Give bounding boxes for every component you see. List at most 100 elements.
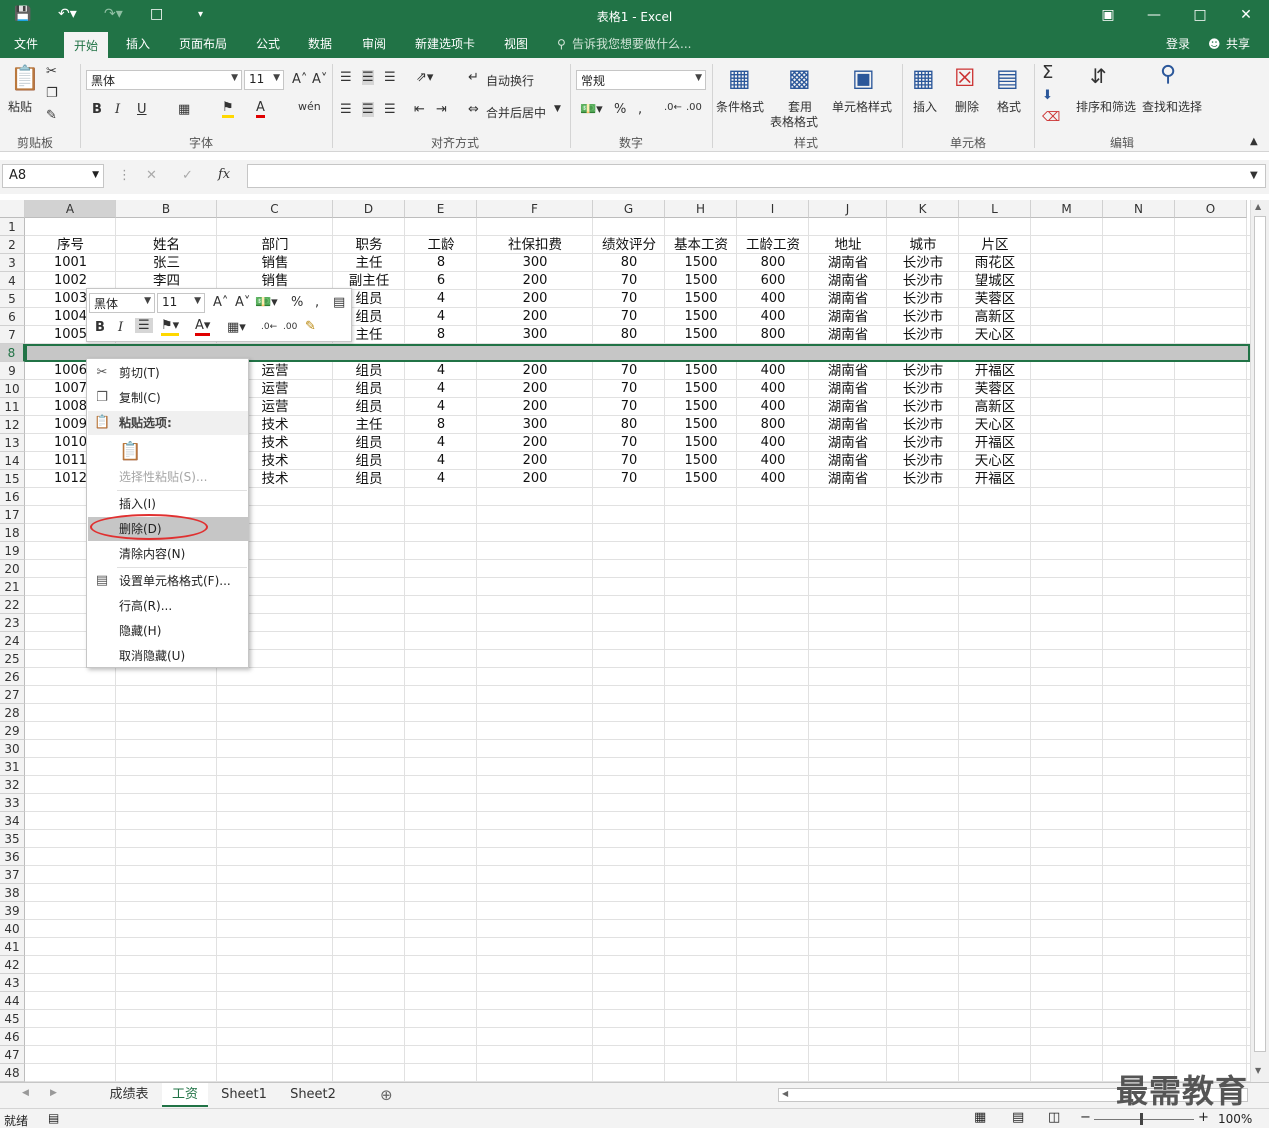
- border-icon[interactable]: ▦▾: [227, 320, 246, 335]
- cell[interactable]: 地址: [809, 236, 887, 254]
- currency-icon[interactable]: 💵▾: [255, 295, 278, 310]
- column-header-a[interactable]: A: [25, 200, 116, 218]
- menu-paste-special[interactable]: 选择性粘贴(S)...: [88, 465, 248, 489]
- cell[interactable]: 姓名: [116, 236, 217, 254]
- column-header-o[interactable]: O: [1175, 200, 1247, 218]
- row-header[interactable]: 13: [0, 434, 25, 452]
- menu-copy[interactable]: ❐ 复制(C): [88, 386, 248, 410]
- minimize-icon[interactable]: —: [1134, 4, 1174, 26]
- cell[interactable]: 组员: [333, 452, 405, 470]
- cell[interactable]: 工龄: [405, 236, 477, 254]
- cell[interactable]: 800: [737, 254, 809, 272]
- cell[interactable]: 70: [593, 452, 665, 470]
- cell[interactable]: 800: [737, 326, 809, 344]
- tab-formulas[interactable]: 公式: [252, 32, 284, 58]
- zoom-out-icon[interactable]: −: [1080, 1110, 1091, 1125]
- font-size-combo[interactable]: 11 ▼: [244, 70, 284, 90]
- tab-new[interactable]: 新建选项卡: [411, 32, 479, 58]
- tab-file[interactable]: 文件: [10, 32, 42, 58]
- formula-input[interactable]: [247, 164, 1266, 188]
- tab-view[interactable]: 视图: [500, 32, 532, 58]
- cell[interactable]: 80: [593, 254, 665, 272]
- cell[interactable]: 社保扣费: [477, 236, 593, 254]
- scroll-left-icon[interactable]: ◀: [782, 1089, 788, 1098]
- sort-filter-button[interactable]: 排序和筛选: [1076, 98, 1136, 115]
- cell[interactable]: 4: [405, 308, 477, 326]
- row-header[interactable]: 24: [0, 632, 25, 650]
- row-header[interactable]: 8: [0, 344, 25, 362]
- cut-icon[interactable]: ✂: [46, 64, 57, 79]
- row-header[interactable]: 41: [0, 938, 25, 956]
- cell[interactable]: 1001: [25, 254, 116, 272]
- cell[interactable]: 200: [477, 362, 593, 380]
- cell[interactable]: 组员: [333, 380, 405, 398]
- cell[interactable]: 70: [593, 290, 665, 308]
- paste-button[interactable]: 粘贴: [8, 98, 32, 115]
- cell[interactable]: 开福区: [959, 470, 1031, 488]
- cell[interactable]: 1500: [665, 398, 737, 416]
- cell[interactable]: 湖南省: [809, 254, 887, 272]
- row-header[interactable]: 36: [0, 848, 25, 866]
- row-header[interactable]: 4: [0, 272, 25, 290]
- maximize-icon[interactable]: □: [1180, 4, 1220, 26]
- cell[interactable]: 基本工资: [665, 236, 737, 254]
- cell[interactable]: 4: [405, 434, 477, 452]
- page-layout-view-icon[interactable]: ▤: [1012, 1110, 1024, 1125]
- fill-color-icon[interactable]: ⚑▾: [161, 318, 180, 336]
- paste-icon[interactable]: 📋: [10, 64, 40, 92]
- cell[interactable]: 4: [405, 380, 477, 398]
- phonetic-icon[interactable]: wén: [298, 100, 321, 113]
- row-header[interactable]: 31: [0, 758, 25, 776]
- row-header[interactable]: 32: [0, 776, 25, 794]
- tab-page-layout[interactable]: 页面布局: [175, 32, 231, 58]
- cell[interactable]: 1500: [665, 452, 737, 470]
- cell[interactable]: 长沙市: [887, 272, 959, 290]
- cell[interactable]: 长沙市: [887, 416, 959, 434]
- tab-home[interactable]: 开始: [64, 32, 108, 58]
- fill-icon[interactable]: ⬇: [1042, 88, 1053, 103]
- italic-icon[interactable]: I: [118, 320, 123, 335]
- delete-cells-button[interactable]: 删除: [955, 98, 979, 115]
- cell[interactable]: 城市: [887, 236, 959, 254]
- row-header[interactable]: 39: [0, 902, 25, 920]
- autosum-icon[interactable]: Σ: [1042, 62, 1053, 83]
- cell[interactable]: 长沙市: [887, 452, 959, 470]
- row-header[interactable]: 28: [0, 704, 25, 722]
- decrease-font-icon[interactable]: A˅: [235, 295, 250, 310]
- sheet-tab-sheet1[interactable]: Sheet1: [212, 1083, 276, 1107]
- row-header[interactable]: 2: [0, 236, 25, 254]
- decrease-font-icon[interactable]: A˅: [312, 72, 327, 87]
- column-header-b[interactable]: B: [116, 200, 217, 218]
- cell[interactable]: 200: [477, 434, 593, 452]
- cell[interactable]: 雨花区: [959, 254, 1031, 272]
- row-header[interactable]: 44: [0, 992, 25, 1010]
- tab-insert[interactable]: 插入: [122, 32, 154, 58]
- cell[interactable]: 天心区: [959, 452, 1031, 470]
- align-top-icon[interactable]: ☰: [340, 70, 352, 85]
- cell[interactable]: 80: [593, 326, 665, 344]
- cell[interactable]: 1500: [665, 308, 737, 326]
- cell[interactable]: 湖南省: [809, 362, 887, 380]
- increase-font-icon[interactable]: A˄: [292, 72, 307, 87]
- cell[interactable]: 4: [405, 452, 477, 470]
- cell[interactable]: 部门: [217, 236, 333, 254]
- cell[interactable]: 芙蓉区: [959, 290, 1031, 308]
- column-header-j[interactable]: J: [809, 200, 887, 218]
- enter-icon[interactable]: ✓: [182, 168, 193, 183]
- comma-icon[interactable]: ,: [315, 295, 319, 310]
- row-header[interactable]: 30: [0, 740, 25, 758]
- cell[interactable]: 70: [593, 308, 665, 326]
- copy-icon[interactable]: ❐: [46, 86, 58, 101]
- chevron-down-icon[interactable]: ▼: [554, 104, 561, 114]
- scroll-up-icon[interactable]: ▲: [1255, 202, 1261, 211]
- font-color-icon[interactable]: A: [256, 100, 265, 118]
- cell[interactable]: 70: [593, 272, 665, 290]
- column-header-c[interactable]: C: [217, 200, 333, 218]
- menu-hide[interactable]: 隐藏(H): [88, 619, 248, 643]
- menu-unhide[interactable]: 取消隐藏(U): [88, 644, 248, 668]
- mini-size-combo[interactable]: 11 ▼: [157, 293, 205, 313]
- cell[interactable]: 200: [477, 290, 593, 308]
- cell[interactable]: 销售: [217, 254, 333, 272]
- cell[interactable]: 200: [477, 380, 593, 398]
- normal-view-icon[interactable]: ▦: [974, 1110, 986, 1125]
